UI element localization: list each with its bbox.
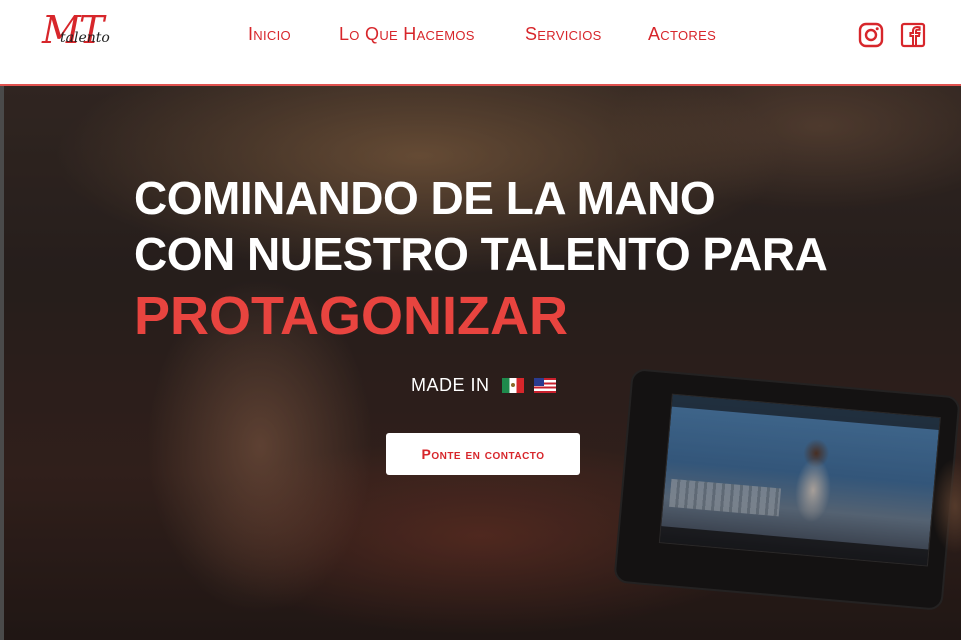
nav-item-servicios[interactable]: Servicios: [525, 24, 602, 45]
usa-flag-icon: [533, 377, 556, 393]
hero-headline-accent: PROTAGONIZAR: [134, 286, 568, 346]
contact-button[interactable]: Ponte en contacto: [386, 433, 580, 475]
made-in-label: MADE IN: [411, 374, 490, 395]
instagram-icon[interactable]: [858, 22, 884, 48]
made-in-row: MADE IN: [411, 374, 556, 396]
nav-item-actores[interactable]: Actores: [648, 24, 716, 45]
site-header: MT talento Inicio Lo Que Hacemos Servici…: [0, 0, 961, 86]
hero-headline-line2: CON NUESTRO TALENTO PARA: [134, 228, 828, 280]
left-edge-strip: [0, 86, 4, 640]
nav-item-lo-que-hacemos[interactable]: Lo Que Hacemos: [339, 24, 475, 45]
facebook-icon[interactable]: [900, 22, 926, 48]
logo[interactable]: MT talento: [40, 8, 120, 66]
hero-headline-line1: COMINANDO DE LA MANO: [134, 172, 716, 224]
hero-headline: COMINANDO DE LA MANO CON NUESTRO TALENTO…: [134, 170, 894, 282]
mexico-flag-icon: [501, 377, 524, 393]
nav-item-inicio[interactable]: Inicio: [248, 24, 291, 45]
logo-word: talento: [60, 30, 110, 46]
